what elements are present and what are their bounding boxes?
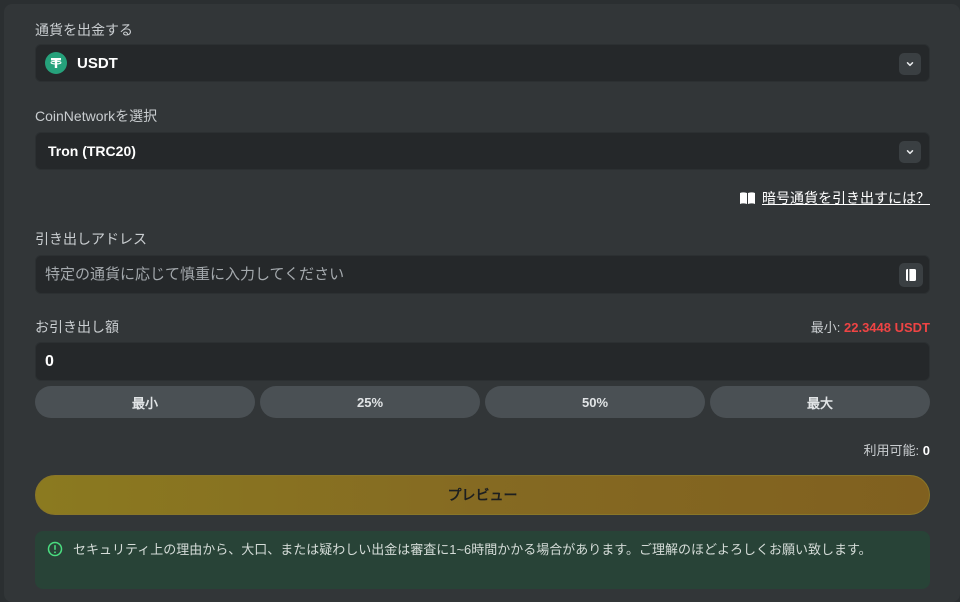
network-selected: Tron (TRC20) (48, 143, 136, 159)
currency-select[interactable]: USDT (35, 44, 930, 82)
available-value: 0 (922, 443, 930, 458)
paste-button[interactable] (899, 263, 923, 287)
min-amount-info: 最小: 22.3448 USDT (811, 317, 930, 336)
network-label: CoinNetworkを選択 (35, 108, 158, 124)
network-dropdown-button[interactable] (899, 141, 921, 163)
info-circle-icon (47, 541, 63, 589)
book-icon (739, 191, 756, 205)
currency-label: 通貨を出金する (35, 22, 133, 38)
quick-max-button[interactable]: 最大 (710, 386, 930, 418)
clipboard-icon (906, 269, 916, 281)
quick-min-button[interactable]: 最小 (35, 386, 255, 418)
address-label: 引き出しアドレス (35, 231, 147, 247)
security-notice: セキュリティ上の理由から、大口、または疑わしい出金は審査に1~6時間かかる場合が… (35, 531, 930, 589)
preview-button[interactable]: プレビュー (35, 475, 930, 515)
security-notice-text: セキュリティ上の理由から、大口、または疑わしい出金は審査に1~6時間かかる場合が… (73, 542, 872, 557)
quick-25-button[interactable]: 25% (260, 386, 480, 418)
address-field (35, 255, 930, 294)
amount-label: お引き出し額 (35, 319, 119, 335)
min-amount-label: 最小: (810, 320, 844, 335)
currency-dropdown-button[interactable] (899, 53, 921, 75)
currency-selected: USDT (77, 54, 118, 72)
available-label: 利用可能: (863, 443, 923, 458)
chevron-down-icon (906, 62, 914, 67)
available-balance: 利用可能: 0 (864, 440, 930, 459)
tether-icon (45, 52, 67, 74)
amount-input[interactable] (36, 343, 929, 380)
address-input[interactable] (36, 256, 929, 293)
quick-50-button[interactable]: 50% (485, 386, 705, 418)
network-select[interactable]: Tron (TRC20) (35, 132, 930, 170)
amount-field (35, 342, 930, 381)
chevron-down-icon (906, 150, 914, 155)
withdraw-help-text: 暗号通貨を引き出すには？ (762, 190, 930, 206)
withdraw-help-link[interactable]: 暗号通貨を引き出すには？ (739, 188, 930, 208)
quick-amount-row: 最小 25% 50% 最大 (35, 386, 930, 418)
min-amount-value: 22.3448 USDT (844, 320, 930, 335)
